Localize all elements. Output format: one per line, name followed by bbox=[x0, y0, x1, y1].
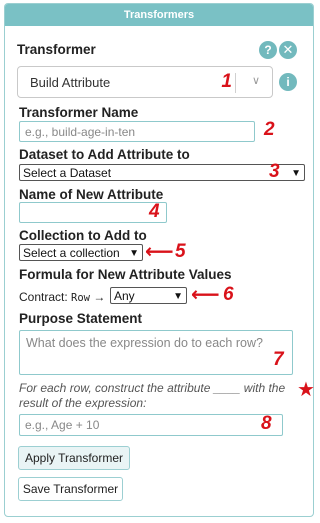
annotation-star-icon: ★ bbox=[297, 379, 315, 401]
collection-label: Collection to Add to bbox=[19, 228, 147, 243]
transformer-name-input[interactable]: e.g., build-age-in-ten bbox=[19, 121, 255, 142]
expression-input[interactable]: e.g., Age + 10 bbox=[19, 414, 283, 436]
annotation-2: 2 bbox=[264, 119, 275, 140]
collection-select-value: Select a collection bbox=[23, 246, 120, 260]
close-icon[interactable]: ✕ bbox=[279, 41, 297, 59]
transformer-select[interactable]: Build Attribute 1 ∨ bbox=[17, 66, 273, 98]
contract-code: Row bbox=[71, 292, 90, 304]
new-attribute-label: Name of New Attribute bbox=[19, 187, 164, 202]
transformers-panel: Transformers Transformer ? ✕ Build Attri… bbox=[4, 3, 314, 517]
purpose-textarea[interactable]: What does the expression do to each row? bbox=[19, 330, 293, 375]
purpose-label: Purpose Statement bbox=[19, 311, 143, 326]
contract-arrow: → bbox=[93, 290, 106, 304]
save-transformer-button[interactable]: Save Transformer bbox=[18, 477, 123, 501]
transformer-name-label: Transformer Name bbox=[19, 105, 139, 120]
info-icon[interactable]: i bbox=[279, 73, 297, 91]
return-type-select[interactable]: Any ▼ bbox=[110, 287, 187, 304]
expression-description: For each row, construct the attribute __… bbox=[19, 381, 286, 410]
contract-line: Contract: Row → bbox=[19, 290, 105, 304]
annotation-8: 8 bbox=[261, 413, 272, 434]
formula-label: Formula for New Attribute Values bbox=[19, 267, 232, 282]
collection-select[interactable]: Select a collection ▼ bbox=[19, 244, 143, 261]
annotation-3: 3 bbox=[269, 161, 280, 182]
annotation-6: 6 bbox=[223, 284, 234, 305]
annotation-5: 5 bbox=[175, 241, 186, 262]
contract-prefix: Contract: bbox=[19, 290, 68, 304]
annotation-7: 7 bbox=[273, 349, 284, 370]
return-type-value: Any bbox=[114, 289, 135, 303]
chevron-down-icon: ∨ bbox=[251, 75, 260, 87]
select-separator bbox=[235, 73, 236, 93]
annotation-arrow-6: ⟵ bbox=[191, 284, 220, 306]
transformer-select-value: Build Attribute bbox=[30, 75, 111, 90]
transformer-label: Transformer bbox=[17, 42, 96, 57]
panel-title: Transformers bbox=[5, 4, 313, 26]
dropdown-arrow-icon: ▼ bbox=[173, 291, 183, 302]
dataset-select-value: Select a Dataset bbox=[23, 166, 112, 180]
question-icon[interactable]: ? bbox=[259, 41, 277, 59]
annotation-arrow-5: ⟵ bbox=[145, 241, 174, 263]
annotation-4: 4 bbox=[149, 201, 160, 222]
annotation-1: 1 bbox=[221, 71, 232, 92]
dropdown-arrow-icon: ▼ bbox=[129, 248, 139, 259]
new-attribute-input[interactable] bbox=[19, 202, 167, 223]
dataset-label: Dataset to Add Attribute to bbox=[19, 147, 190, 162]
apply-transformer-button[interactable]: Apply Transformer bbox=[18, 446, 130, 470]
dropdown-arrow-icon: ▼ bbox=[291, 168, 301, 179]
dataset-select[interactable]: Select a Dataset ▼ bbox=[19, 164, 305, 181]
